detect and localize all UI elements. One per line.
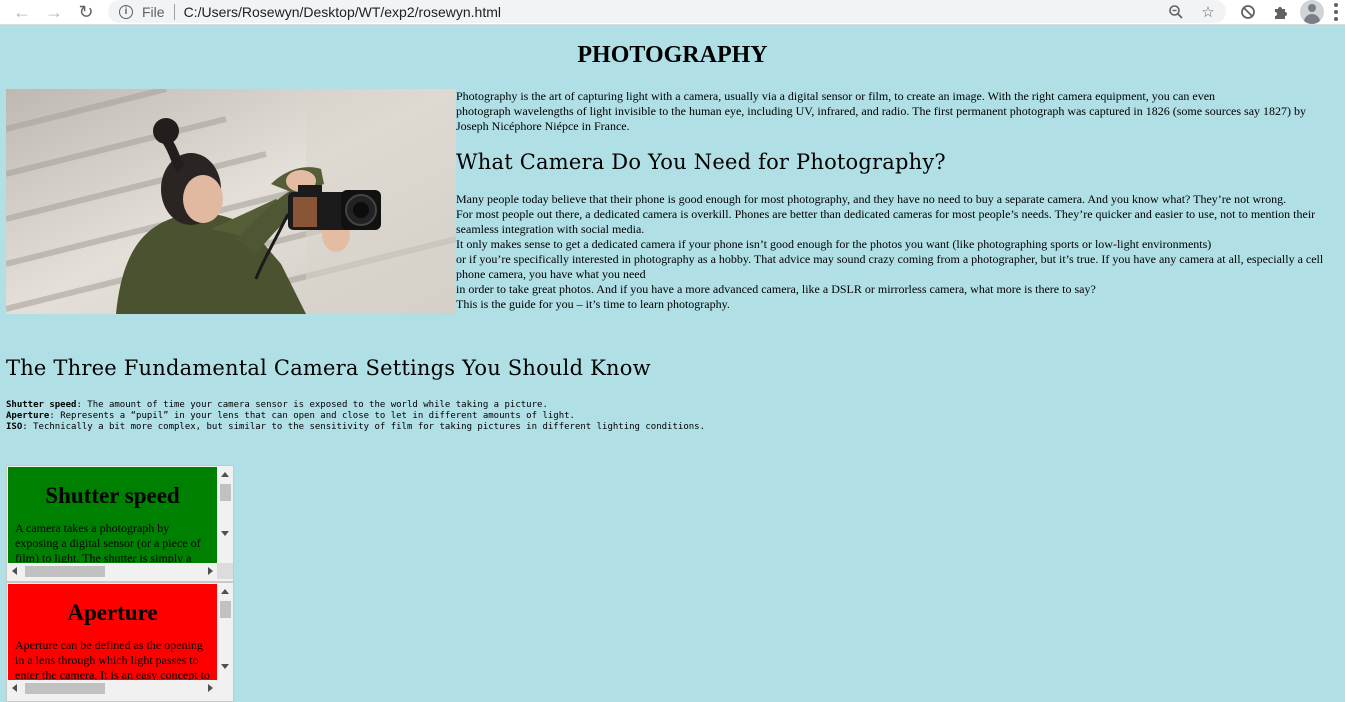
camera-paragraph: It only makes sense to get a dedicated c… [456,237,1212,251]
camera-paragraph: This is the guide for you – it’s time to… [456,297,730,311]
scroll-left-arrow-icon[interactable] [12,567,17,575]
scroll-down-arrow-icon[interactable] [221,664,229,669]
shutter-speed-scroll-box[interactable]: Shutter speed A camera takes a photograp… [6,465,234,582]
scroll-down-arrow-icon[interactable] [221,531,229,536]
camera-section-text: Many people today believe that their pho… [456,192,1341,312]
scrollbar-corner [217,563,233,579]
address-separator [173,3,175,20]
vertical-scrollbar[interactable] [217,583,233,681]
intro-paragraph: Photography is the art of capturing ligh… [456,89,1341,134]
setting-item: ISO: Technically a bit more complex, but… [6,422,705,433]
intro-line-1: Photography is the art of capturing ligh… [456,89,1216,103]
camera-paragraph: in order to take great photos. And if yo… [456,282,1096,296]
photographer-image [6,89,456,314]
scrollbar-thumb[interactable] [25,566,105,577]
browser-toolbar: ← → ↻ i File C:/Users/Rosewyn/Desktop/WT… [0,0,1345,25]
zoom-icon[interactable] [1162,0,1190,23]
block-icon[interactable] [1234,0,1262,24]
shutter-speed-box-text: A camera takes a photograph by exposing … [15,521,201,565]
setting-term: Shutter speed [6,400,77,410]
settings-section-heading: The Three Fundamental Camera Settings Yo… [6,356,651,380]
setting-description: : Represents a “pupil” in your lens that… [49,411,575,421]
scroll-up-arrow-icon[interactable] [221,472,229,477]
setting-item: Shutter speed: The amount of time your c… [6,400,705,411]
address-bar[interactable]: i File C:/Users/Rosewyn/Desktop/WT/exp2/… [108,0,1226,23]
scroll-right-arrow-icon[interactable] [208,684,213,692]
info-icon[interactable]: i [119,4,133,19]
setting-item: Aperture: Represents a “pupil” in your l… [6,411,705,422]
settings-definition-list: Shutter speed: The amount of time your c… [6,400,705,433]
vertical-scrollbar[interactable] [217,466,233,564]
scheme-label: File [142,3,165,20]
horizontal-scrollbar[interactable] [8,563,217,579]
profile-avatar-icon[interactable] [1300,0,1324,24]
setting-term: ISO [6,422,23,432]
scroll-right-arrow-icon[interactable] [208,567,213,575]
aperture-box-content: Aperture Aperture can be defined as the … [8,584,217,682]
camera-paragraph: Many people today believe that their pho… [456,192,1287,206]
shutter-speed-box-title: Shutter speed [45,483,180,508]
aperture-box-title: Aperture [67,600,158,625]
shutter-speed-box-content: Shutter speed A camera takes a photograp… [8,467,217,565]
extensions-puzzle-icon[interactable] [1266,0,1294,24]
scroll-left-arrow-icon[interactable] [12,684,17,692]
intro-line-2: photograph wavelengths of light invisibl… [456,104,1307,133]
setting-description: : The amount of time your camera sensor … [76,400,548,410]
arrow-left-icon[interactable]: ← [8,0,36,24]
camera-paragraph: or if you’re specifically interested in … [456,252,1324,281]
arrow-right-icon[interactable]: → [40,0,68,24]
page-title: PHOTOGRAPHY [577,42,768,68]
scroll-up-arrow-icon[interactable] [221,589,229,594]
menu-dots-icon[interactable] [1334,3,1338,24]
camera-section-heading: What Camera Do You Need for Photography? [456,150,946,174]
scrollbar-thumb[interactable] [220,601,231,618]
reload-icon[interactable]: ↻ [72,0,100,24]
camera-paragraph: For most people out there, a dedicated c… [456,207,1316,236]
horizontal-scrollbar[interactable] [8,680,217,696]
aperture-box-text: Aperture can be defined as the opening i… [15,638,210,682]
url-text[interactable]: C:/Users/Rosewyn/Desktop/WT/exp2/rosewyn… [184,4,501,20]
bookmark-star-icon[interactable]: ☆ [1194,0,1222,23]
setting-term: Aperture [6,411,50,421]
setting-description: : Technically a bit more complex, but si… [22,422,705,432]
aperture-scroll-box[interactable]: Aperture Aperture can be defined as the … [6,582,234,702]
scrollbar-thumb[interactable] [220,484,231,501]
